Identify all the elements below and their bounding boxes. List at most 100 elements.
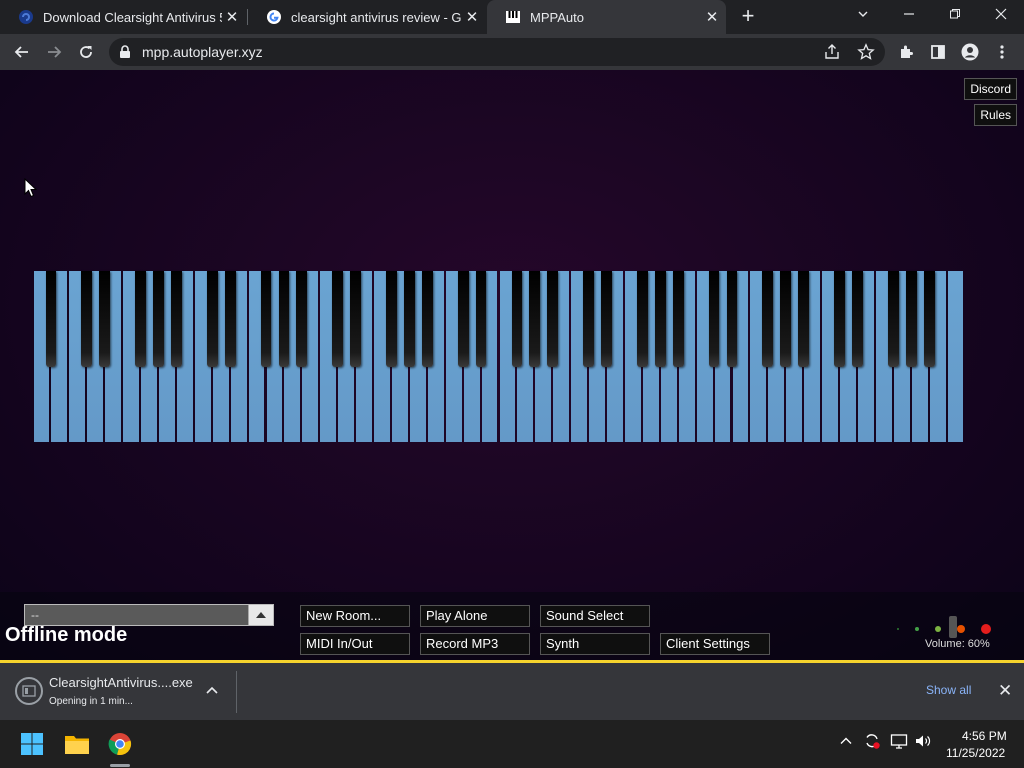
tab-clearsight-download[interactable]: Download Clearsight Antivirus 5. ✕ [0, 0, 246, 34]
piano-black-key[interactable] [923, 271, 935, 367]
room-select-value: -- [31, 608, 39, 622]
piano-black-key[interactable] [206, 271, 218, 367]
connection-status: Offline mode [5, 624, 128, 646]
piano-black-key[interactable] [332, 271, 344, 367]
piano-black-key[interactable] [708, 271, 720, 367]
piano-black-key[interactable] [726, 271, 738, 367]
reload-icon[interactable] [74, 40, 98, 64]
tab-strip: Download Clearsight Antivirus 5. ✕ clear… [0, 0, 1024, 34]
piano-black-key[interactable] [278, 271, 290, 367]
bookmark-star-icon[interactable] [857, 43, 875, 66]
tab-title: Download Clearsight Antivirus 5. [43, 9, 222, 25]
lock-icon[interactable] [119, 45, 131, 64]
piano-black-key[interactable] [457, 271, 469, 367]
download-filename[interactable]: ClearsightAntivirus....exe [49, 675, 193, 690]
windows-start-icon[interactable] [16, 728, 48, 760]
rules-link[interactable]: Rules [974, 104, 1017, 126]
sound-select-button[interactable]: Sound Select [540, 605, 650, 627]
piano-black-key[interactable] [852, 271, 863, 367]
piano-black-key[interactable] [171, 271, 182, 367]
close-icon[interactable]: ✕ [462, 8, 482, 26]
clock-time[interactable]: 4:56 PM [962, 729, 1007, 743]
piano-black-key[interactable] [780, 271, 792, 367]
midi-in-out-button[interactable]: MIDI In/Out [300, 633, 410, 655]
piano-black-key[interactable] [887, 271, 899, 367]
piano-black-key[interactable] [654, 271, 666, 367]
piano-white-key[interactable] [947, 271, 964, 442]
tab-google-search[interactable]: clearsight antivirus review - Goog ✕ [248, 0, 486, 34]
play-alone-button[interactable]: Play Alone [420, 605, 530, 627]
room-select[interactable]: -- [24, 604, 274, 626]
piano-black-key[interactable] [404, 271, 415, 367]
piano-black-key[interactable] [547, 271, 559, 367]
mppauto-page: Discord Rules -- Offline mode New Room..… [0, 70, 1024, 660]
download-divider [236, 671, 237, 713]
show-all-downloads-link[interactable]: Show all [926, 683, 971, 697]
piano-black-key[interactable] [260, 271, 272, 367]
file-explorer-icon[interactable] [61, 728, 93, 760]
piano-black-key[interactable] [637, 271, 648, 367]
piano-black-key[interactable] [421, 271, 433, 367]
network-icon[interactable] [890, 732, 908, 753]
restore-icon[interactable] [932, 0, 978, 30]
back-icon[interactable] [10, 40, 34, 64]
piano-keyboard[interactable] [33, 271, 965, 442]
client-settings-button[interactable]: Client Settings [660, 633, 770, 655]
close-icon[interactable]: ✕ [998, 681, 1012, 701]
piano-black-key[interactable] [386, 271, 397, 367]
record-mp3-button[interactable]: Record MP3 [420, 633, 530, 655]
volume-icon[interactable] [914, 732, 932, 753]
piano-black-key[interactable] [475, 271, 487, 367]
discord-link[interactable]: Discord [964, 78, 1017, 100]
profile-icon[interactable] [958, 40, 982, 64]
close-window-icon[interactable] [978, 0, 1024, 30]
piano-black-key[interactable] [99, 271, 111, 367]
piano-black-key[interactable] [350, 271, 361, 367]
download-bar: ClearsightAntivirus....exe Opening in 1 … [0, 663, 1024, 720]
side-panel-icon[interactable] [926, 40, 950, 64]
new-room-button[interactable]: New Room... [300, 605, 410, 627]
sync-alert-icon[interactable] [863, 732, 881, 753]
minimize-icon[interactable] [886, 0, 932, 30]
piano-black-key[interactable] [81, 271, 93, 367]
piano-black-key[interactable] [224, 271, 236, 367]
volume-meter-dot [897, 628, 899, 630]
tab-search-chevron-icon[interactable] [840, 0, 886, 30]
piano-black-key[interactable] [153, 271, 164, 367]
chevron-up-icon[interactable] [204, 683, 220, 699]
triangle-up-icon[interactable] [248, 605, 273, 625]
piano-black-key[interactable] [511, 271, 523, 367]
download-status: Opening in 1 min... [49, 696, 133, 707]
synth-button[interactable]: Synth [540, 633, 650, 655]
forward-icon[interactable] [42, 40, 66, 64]
url-text: mpp.autoplayer.xyz [142, 44, 263, 60]
tab-title: MPPAuto [530, 9, 584, 25]
clock-date[interactable]: 11/25/2022 [946, 746, 1005, 760]
piano-black-key[interactable] [601, 271, 612, 367]
address-bar[interactable]: mpp.autoplayer.xyz [109, 38, 885, 66]
piano-black-key[interactable] [762, 271, 774, 367]
share-icon[interactable] [823, 43, 841, 66]
volume-knob[interactable] [949, 616, 957, 638]
clearsight-icon [18, 9, 34, 25]
piano-icon [505, 9, 521, 25]
close-icon[interactable]: ✕ [702, 8, 722, 26]
close-icon[interactable]: ✕ [222, 8, 242, 26]
piano-black-key[interactable] [834, 271, 845, 367]
active-app-indicator [110, 764, 130, 767]
piano-black-key[interactable] [798, 271, 810, 367]
piano-black-key[interactable] [672, 271, 684, 367]
new-tab-button[interactable]: + [737, 5, 759, 29]
download-file-icon[interactable] [15, 677, 43, 705]
tab-mppauto[interactable]: MPPAuto ✕ [487, 0, 726, 34]
piano-black-key[interactable] [296, 271, 308, 367]
chrome-icon[interactable] [104, 728, 136, 760]
extensions-icon[interactable] [894, 40, 918, 64]
piano-black-key[interactable] [905, 271, 917, 367]
piano-black-key[interactable] [45, 271, 57, 367]
piano-black-key[interactable] [583, 271, 594, 367]
menu-dots-icon[interactable] [990, 40, 1014, 64]
show-hidden-icons-chevron-icon[interactable] [840, 734, 852, 750]
piano-black-key[interactable] [135, 271, 146, 367]
piano-black-key[interactable] [529, 271, 541, 367]
